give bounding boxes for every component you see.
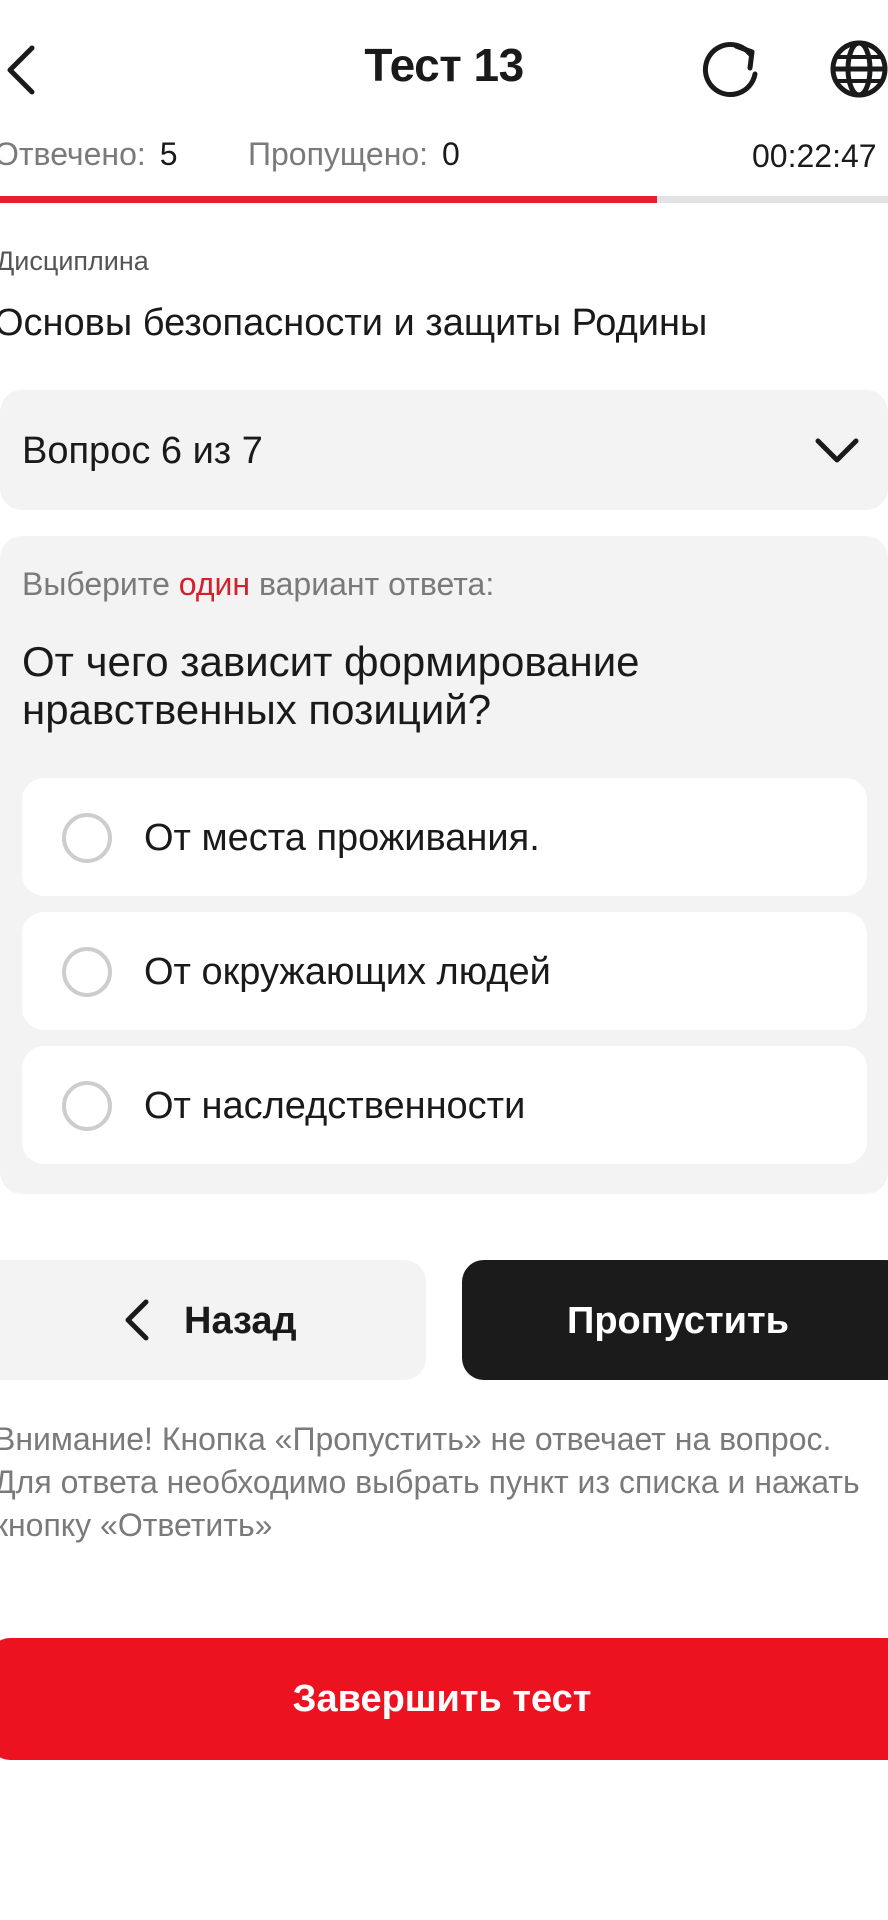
skip-button[interactable]: Пропустить [462, 1260, 888, 1380]
answer-option-label: От наследственности [144, 1085, 526, 1127]
answered-count: 5 [159, 136, 178, 172]
question-text: От чего зависит формирование нравственны… [22, 638, 640, 733]
answer-option[interactable]: От места проживания. [22, 778, 867, 896]
back-button-label: Назад [184, 1300, 297, 1342]
skipped-stat: Пропущено: 0 [248, 136, 460, 173]
skip-button-label: Пропустить [567, 1300, 789, 1342]
question-selector-text: Вопрос 6 из 7 [22, 430, 263, 472]
discipline-label: Дисциплина [0, 246, 149, 276]
skipped-count: 0 [442, 136, 460, 172]
answer-option[interactable]: От окружающих людей [22, 912, 867, 1030]
header: Тест 13 [0, 0, 888, 140]
globe-icon[interactable] [828, 38, 888, 100]
finish-test-button-label: Завершить тест [292, 1678, 592, 1720]
answer-option-label: От окружающих людей [144, 951, 551, 993]
instruction-highlight: один [178, 566, 251, 602]
radio-button[interactable] [62, 813, 112, 863]
finish-test-button[interactable]: Завершить тест [0, 1638, 888, 1760]
answered-label: Отвечено: [0, 136, 146, 172]
answer-option[interactable]: От наследственности [22, 1046, 867, 1164]
answered-stat: Отвечено: 5 [0, 136, 178, 173]
chevron-left-icon [125, 1299, 149, 1341]
radio-button[interactable] [62, 1081, 112, 1131]
answer-instruction: Выберите один вариант ответа: [22, 566, 494, 603]
instruction-before: Выберите [22, 566, 179, 602]
radio-button[interactable] [62, 947, 112, 997]
skip-notice: Внимание! Кнопка «Пропустить» не отвечае… [0, 1421, 860, 1543]
answer-option-label: От места проживания. [144, 817, 540, 859]
progress-bar [0, 196, 888, 203]
skipped-label: Пропущено: [248, 136, 429, 172]
chevron-down-icon [815, 438, 859, 463]
back-button[interactable]: Назад [0, 1260, 426, 1380]
test-screen: Тест 13 Отвечено: 5 Пропущено: 0 00:22:47 … [0, 0, 888, 1920]
instruction-after: вариант ответа: [250, 566, 495, 602]
timer: 00:22:47 [752, 138, 877, 174]
discipline-name: Основы безопасности и защиты Родины [0, 302, 708, 344]
progress-fill [0, 196, 658, 203]
refresh-icon[interactable] [700, 38, 762, 100]
question-selector[interactable]: Вопрос 6 из 7 [0, 390, 888, 510]
